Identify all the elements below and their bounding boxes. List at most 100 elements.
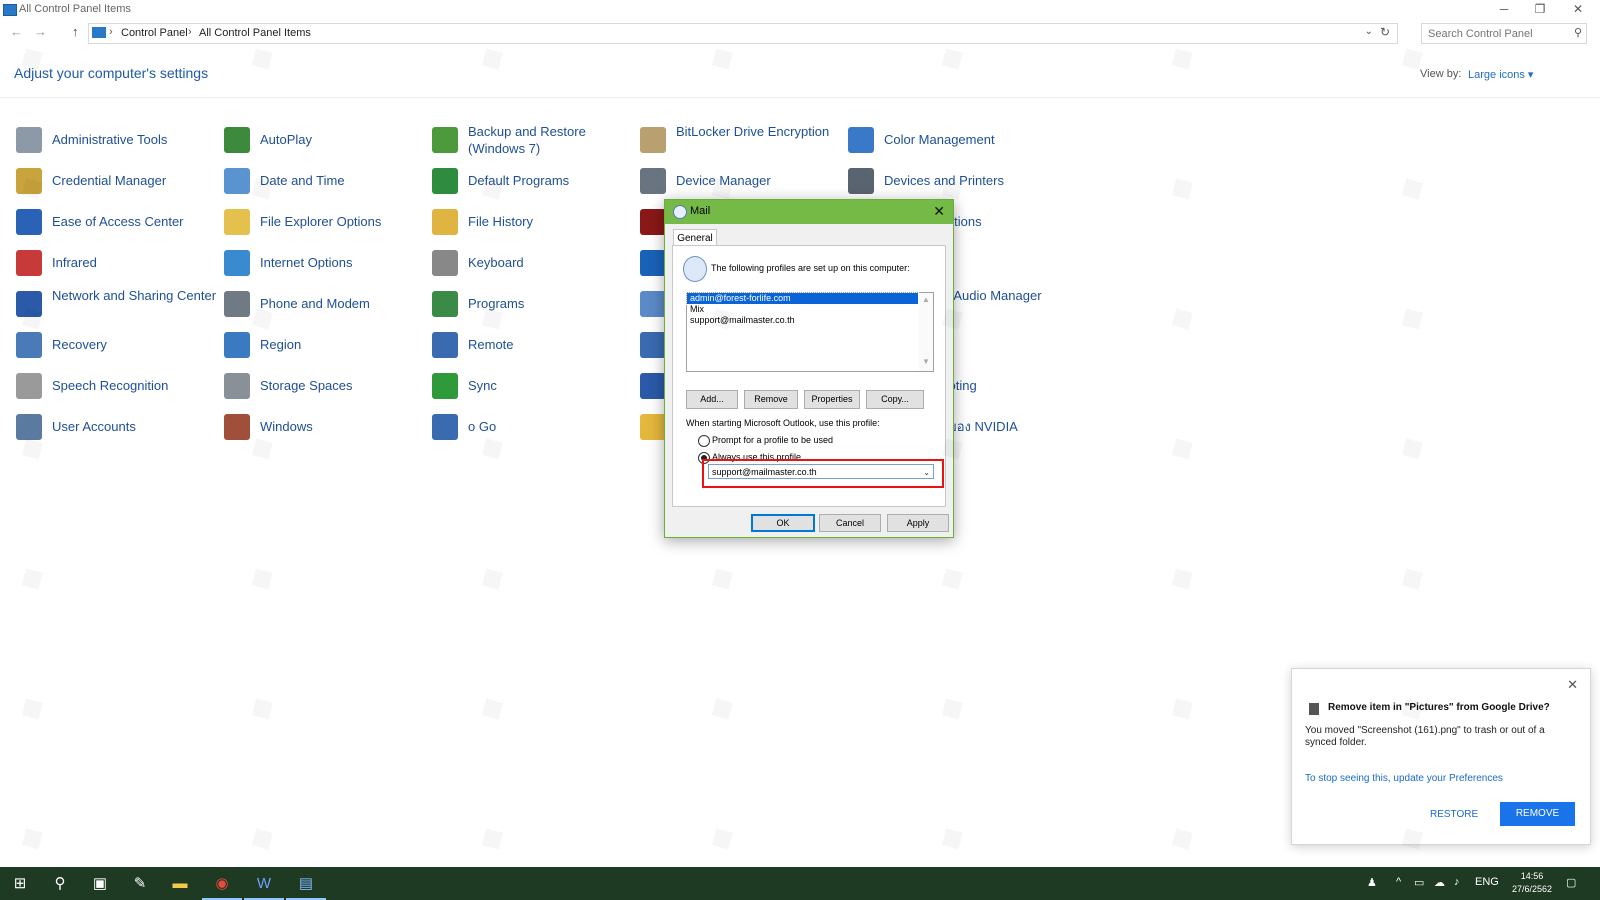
control-panel-item-label: Infrared xyxy=(52,255,97,270)
apply-button[interactable]: Apply xyxy=(887,514,949,532)
scroll-down-icon[interactable]: ▼ xyxy=(922,357,930,366)
control-panel-item[interactable]: Sync xyxy=(432,369,637,403)
file-explorer-icon[interactable]: ▬ xyxy=(160,867,200,900)
default-programs-icon xyxy=(432,168,458,194)
list-item[interactable]: admin@forest-forlife.com xyxy=(686,292,919,305)
divider xyxy=(0,97,1600,98)
control-panel-item[interactable]: AutoPlay xyxy=(224,123,429,157)
preferences-link[interactable]: To stop seeing this, update your Prefere… xyxy=(1305,773,1503,784)
list-item[interactable]: Mix xyxy=(687,304,918,315)
scroll-up-icon[interactable]: ▲ xyxy=(922,295,930,304)
copy-button[interactable]: Copy... xyxy=(866,390,924,409)
chrome-icon[interactable]: ◉ xyxy=(202,867,242,900)
back-icon[interactable]: ← xyxy=(10,24,23,39)
control-panel-item-label: Ease of Access Center xyxy=(52,214,184,229)
chevron-down-icon[interactable]: ⌄ xyxy=(923,465,930,480)
search-input[interactable] xyxy=(1422,25,1574,43)
control-panel-item-label: Color Management xyxy=(884,132,995,147)
volume-icon[interactable]: ♪ xyxy=(1454,876,1460,888)
control-panel-item[interactable]: Device Manager xyxy=(640,164,845,198)
search-icon[interactable]: ⚲ xyxy=(1574,26,1582,39)
cancel-button[interactable]: Cancel xyxy=(819,514,881,532)
word-icon[interactable]: W xyxy=(244,867,284,900)
clock[interactable]: 14:56 27/6/2562 xyxy=(1512,870,1552,896)
control-panel-item[interactable]: Infrared xyxy=(16,246,221,280)
control-panel-item[interactable]: Ease of Access Center xyxy=(16,205,221,239)
watermark-logo: ◆ xyxy=(1393,557,1430,599)
prompt-profile-radio[interactable] xyxy=(698,435,710,447)
control-panel-item[interactable]: Date and Time xyxy=(224,164,429,198)
breadcrumb-control-panel[interactable]: Control Panel xyxy=(121,27,188,39)
remove-button[interactable]: Remove xyxy=(744,390,798,409)
firewall-icon xyxy=(224,414,250,440)
control-panel-item[interactable]: Speech Recognition xyxy=(16,369,221,403)
dialog-title: Mail xyxy=(690,205,711,217)
control-panel-item[interactable]: Recovery xyxy=(16,328,221,362)
control-panel-item[interactable]: Storage Spaces xyxy=(224,369,429,403)
close-icon[interactable]: ✕ xyxy=(1567,677,1578,693)
control-panel-item[interactable]: Remote xyxy=(432,328,637,362)
control-panel-item[interactable]: File Explorer Options xyxy=(224,205,429,239)
control-panel-item[interactable]: Administrative Tools xyxy=(16,123,221,157)
general-panel: The following profiles are set up on thi… xyxy=(672,245,946,507)
language-indicator[interactable]: ENG xyxy=(1475,876,1499,888)
refresh-icon[interactable]: ↻ xyxy=(1380,25,1390,39)
control-panel-item-label: Remote xyxy=(468,337,514,352)
control-panel-item[interactable]: Region xyxy=(224,328,429,362)
view-by-dropdown[interactable]: Large icons ▾ xyxy=(1468,68,1533,81)
features-icon xyxy=(640,291,666,317)
control-panel-item[interactable]: Network and Sharing Center xyxy=(16,287,221,321)
maximize-button[interactable]: ❐ xyxy=(1522,0,1558,20)
notifications-icon[interactable]: ▢ xyxy=(1566,876,1576,889)
chevron-up-icon[interactable]: ^ xyxy=(1396,876,1401,888)
watermark-logo: ◆ xyxy=(1163,427,1200,469)
minimize-button[interactable]: ─ xyxy=(1486,0,1522,20)
notepad-icon[interactable]: ✎ xyxy=(120,867,160,900)
cloud-icon[interactable]: ☁ xyxy=(1434,876,1445,889)
chevron-down-icon[interactable]: ⌄ xyxy=(1365,26,1373,37)
window-title: All Control Panel Items xyxy=(19,3,131,15)
search-box[interactable]: ⚲ xyxy=(1421,23,1587,44)
prompt-profile-label[interactable]: Prompt for a profile to be used xyxy=(712,435,833,445)
up-icon[interactable]: ↑ xyxy=(72,24,79,39)
forward-icon[interactable]: → xyxy=(34,24,47,39)
control-panel-item[interactable]: Default Programs xyxy=(432,164,637,198)
control-panel-item[interactable]: File History xyxy=(432,205,637,239)
profile-combo[interactable]: support@mailmaster.co.th ⌄ xyxy=(708,464,934,479)
control-panel-item[interactable]: Programs xyxy=(432,287,637,321)
add-button[interactable]: Add... xyxy=(686,390,738,409)
control-panel-item[interactable]: Credential Manager xyxy=(16,164,221,198)
close-window-button[interactable]: ✕ xyxy=(1560,0,1596,20)
control-panel-item[interactable]: Keyboard xyxy=(432,246,637,280)
control-panel-item[interactable]: Backup and Restore (Windows 7) xyxy=(432,123,637,157)
breadcrumb-all-items[interactable]: All Control Panel Items xyxy=(199,27,311,39)
ok-button[interactable]: OK xyxy=(751,514,815,532)
search-icon[interactable]: ⚲ xyxy=(40,867,80,900)
watermark-logo: ◆ xyxy=(473,557,510,599)
date-time-icon xyxy=(224,168,250,194)
windows-start-icon[interactable]: ⊞ xyxy=(0,867,40,900)
network-icon[interactable]: ▭ xyxy=(1414,876,1424,889)
address-bar[interactable]: › Control Panel › All Control Panel Item… xyxy=(88,23,1398,44)
scrollbar[interactable]: ▲ ▼ xyxy=(919,293,933,371)
control-panel-item[interactable]: Internet Options xyxy=(224,246,429,280)
control-panel-item[interactable]: o Go xyxy=(432,410,637,444)
control-panel-item[interactable]: Windows xyxy=(224,410,429,444)
startup-profile-label: When starting Microsoft Outlook, use thi… xyxy=(686,418,880,428)
dialog-title-bar[interactable]: Mail ✕ xyxy=(665,200,953,224)
properties-button[interactable]: Properties xyxy=(804,390,860,409)
control-panel-item[interactable]: Phone and Modem xyxy=(224,287,429,321)
restore-button[interactable]: RESTORE xyxy=(1430,809,1478,820)
people-icon[interactable]: ♟ xyxy=(1367,876,1377,889)
close-icon[interactable]: ✕ xyxy=(933,203,945,220)
control-panel-item[interactable]: User Accounts xyxy=(16,410,221,444)
profiles-list[interactable]: admin@forest-forlife.com Mix support@mai… xyxy=(686,292,934,372)
control-panel-item[interactable]: BitLocker Drive Encryption xyxy=(640,123,845,157)
task-view-icon[interactable]: ▣ xyxy=(80,867,120,900)
control-panel-item[interactable]: Devices and Printers xyxy=(848,164,1053,198)
list-item[interactable]: support@mailmaster.co.th xyxy=(687,315,918,326)
title-bar: All Control Panel Items ─ ❐ ✕ xyxy=(0,0,1600,20)
remove-button[interactable]: REMOVE xyxy=(1500,802,1575,826)
control-panel-taskbar-icon[interactable]: ▤ xyxy=(286,867,326,900)
control-panel-item[interactable]: Color Management xyxy=(848,123,1053,157)
